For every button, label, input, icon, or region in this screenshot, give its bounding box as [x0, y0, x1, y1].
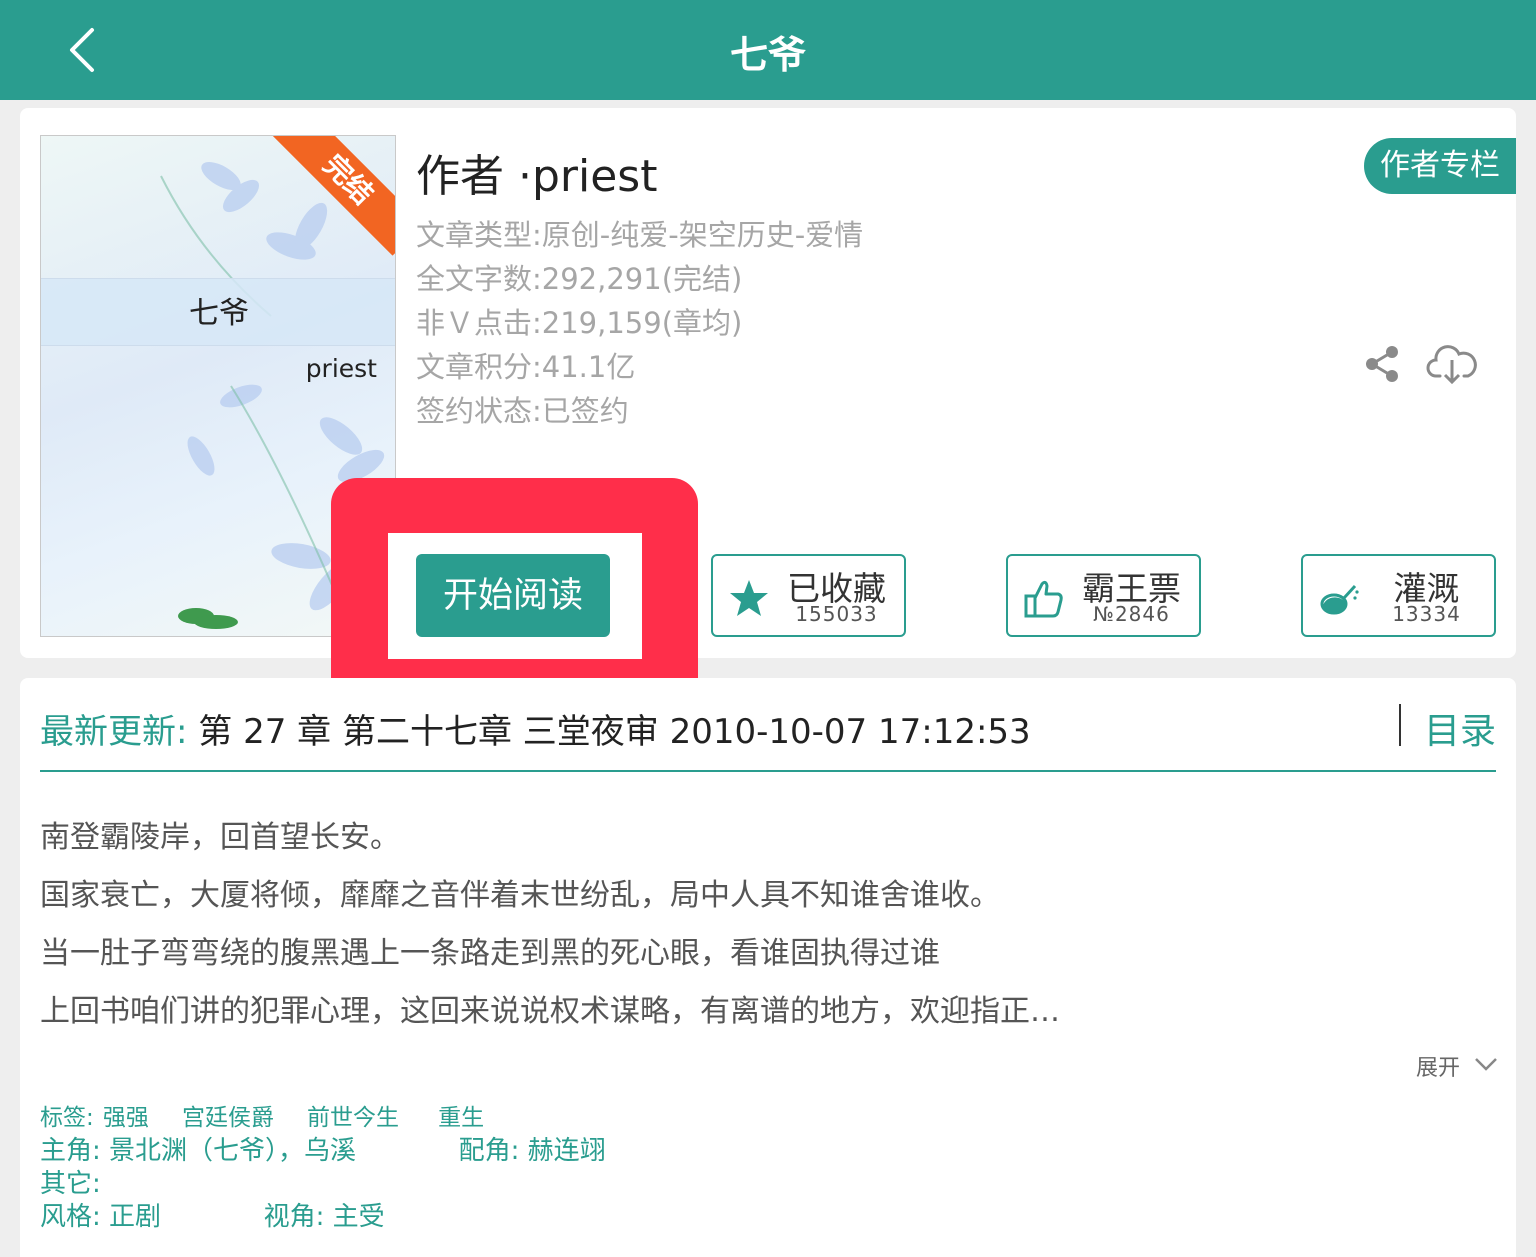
cover-author: priest	[305, 354, 377, 383]
intro-line-2: 国家衰亡，大厦将倾，靡靡之音伴着末世纷乱，局中人具不知谁舍谁收。	[40, 878, 1000, 913]
tag-item[interactable]: 强强	[103, 1098, 149, 1132]
style-value: 正剧	[109, 1202, 162, 1232]
water-count: 13334	[1392, 602, 1461, 626]
style-row: 风格: 正剧 视角: 主受	[40, 1196, 385, 1233]
main-role-label: 主角:	[40, 1136, 101, 1166]
vote-rank: №2846	[1093, 602, 1170, 626]
toc-link[interactable]: 目录	[1424, 702, 1496, 754]
chevron-down-icon[interactable]	[1474, 1056, 1498, 1072]
tags-label: 标签:	[40, 1105, 94, 1131]
author-column-button[interactable]: 作者专栏	[1364, 138, 1516, 194]
tag-item[interactable]: 宫廷侯爵	[182, 1098, 274, 1132]
other-label: 其它:	[40, 1169, 101, 1199]
vote-button[interactable]: 霸王票 №2846	[1006, 554, 1201, 637]
pov-value: 主受	[332, 1202, 385, 1232]
meta-word-count: 全文字数:292,291(完结)	[416, 262, 743, 296]
latest-update-text: 第 27 章 第二十七章 三堂夜审 2010-10-07 17:12:53	[198, 712, 1031, 752]
meta-score: 文章积分:41.1亿	[416, 350, 636, 384]
meta-genre: 文章类型:原创-纯爱-架空历史-爱情	[416, 218, 864, 252]
support-role-label: 配角:	[458, 1136, 520, 1166]
toc-divider	[1399, 704, 1401, 746]
section-divider	[40, 770, 1496, 772]
intro-line-3: 当一肚子弯弯绕的腹黑遇上一条路走到黑的死心眼，看谁固执得过谁	[40, 936, 940, 971]
tag-item[interactable]: 前世今生	[307, 1098, 399, 1132]
favorite-count: 155033	[795, 602, 878, 626]
cover-title: 七爷	[189, 296, 249, 331]
watering-can-icon	[1317, 576, 1361, 620]
share-icon[interactable]	[1362, 344, 1402, 384]
tag-item[interactable]: 重生	[438, 1098, 484, 1132]
water-button[interactable]: 灌溉 13334	[1301, 554, 1496, 637]
thumbs-up-icon	[1022, 576, 1066, 620]
top-bar: 七爷	[0, 0, 1536, 100]
meta-clicks: 非Ｖ点击:219,159(章均)	[416, 306, 743, 340]
intro-line-1: 南登霸陵岸，回首望长安。	[40, 820, 400, 855]
author-name[interactable]: 作者 ·priest	[416, 140, 657, 204]
latest-update-label: 最新更新:	[40, 712, 188, 752]
style-label: 风格:	[40, 1202, 101, 1232]
pov-label: 视角:	[263, 1202, 325, 1232]
tags-row: 标签: 强强 宫廷侯爵 前世今生 重生	[40, 1098, 512, 1132]
latest-update[interactable]: 最新更新: 第 27 章 第二十七章 三堂夜审 2010-10-07 17:12…	[40, 704, 1031, 753]
other-row: 其它:	[40, 1163, 101, 1200]
meta-contract: 签约状态:已签约	[416, 394, 629, 428]
favorite-button[interactable]: 已收藏 155033	[711, 554, 906, 637]
intro-line-4: 上回书咱们讲的犯罪心理，这回来说说权术谋略，有离谱的地方，欢迎指正…	[40, 994, 1060, 1029]
cover-grass	[178, 608, 238, 629]
expand-button[interactable]: 展开	[1416, 1050, 1460, 1082]
start-reading-button[interactable]: 开始阅读	[416, 554, 610, 637]
support-role-value: 赫连翊	[527, 1136, 606, 1166]
main-role-value: 景北渊（七爷），乌溪	[109, 1136, 357, 1166]
cloud-download-icon[interactable]	[1426, 342, 1478, 386]
roles-row: 主角: 景北渊（七爷），乌溪 配角: 赫连翊	[40, 1130, 606, 1167]
star-icon	[727, 576, 771, 620]
page-title: 七爷	[729, 33, 806, 77]
